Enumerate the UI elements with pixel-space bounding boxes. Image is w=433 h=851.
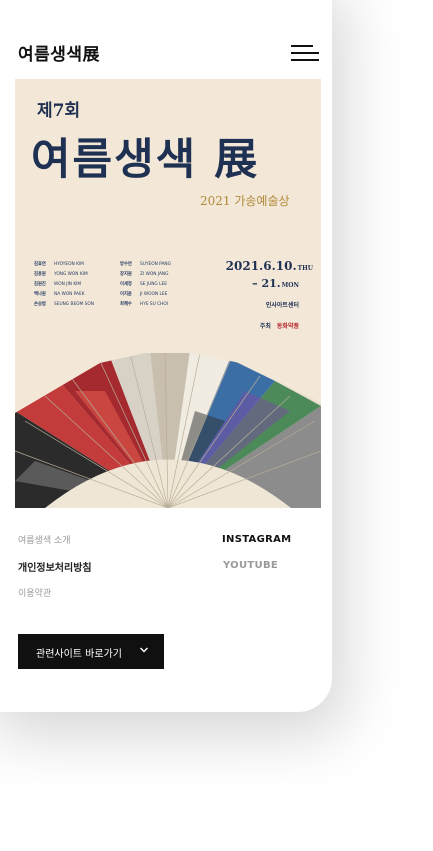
artist-row: 장지원 ZI WON JANG — [120, 272, 169, 277]
date-end: – 21.MON — [252, 277, 299, 290]
artist-row: 김효연 HYOYEON KIM — [34, 262, 84, 267]
chevron-down-icon — [140, 647, 148, 653]
artist-row: 최혜수 HYE SU CHOI — [120, 302, 169, 307]
artist-row: 이세정 SE JUNG LEE — [120, 282, 167, 287]
link-youtube[interactable]: YOUTUBE — [223, 560, 278, 571]
sponsor: 주최 동화약품 — [259, 323, 299, 330]
artist-row: 김원진 WON JIN KIM — [34, 282, 82, 287]
artist-column-left: 김효연 HYOYEON KIM 김용원 YONG WON KIM 김원진 WON JI… — [34, 260, 124, 310]
sponsor-logo: 동화약품 — [276, 323, 299, 330]
site-logo[interactable]: 여름생색展 — [18, 40, 100, 65]
exhibition-dates: 2021.6.10.THU – 21.MON 인사아트센터 주최 동화약품 — [213, 259, 313, 330]
poster-edition: 제7회 — [37, 101, 81, 121]
related-sites-dropdown[interactable]: 관련사이트 바로가기 — [18, 634, 164, 669]
artist-row: 이지윤 JI WOON LEE — [120, 292, 168, 297]
related-sites-label: 관련사이트 바로가기 — [36, 649, 122, 660]
artist-row: 백나원 NA WON PAEK — [34, 292, 85, 297]
poster-subtitle: 2021 가송예술상 — [200, 194, 290, 208]
link-privacy-policy[interactable]: 개인정보처리방침 — [18, 559, 92, 574]
venue: 인사아트센터 — [265, 302, 299, 309]
poster-title: 여름생색 展 — [31, 135, 260, 185]
link-about[interactable]: 여름생색 소개 — [18, 533, 71, 546]
link-instagram[interactable]: INSTAGRAM — [222, 534, 291, 545]
folding-fan-artwork — [15, 353, 321, 508]
artist-row: 손승범 SEUNG BEOM SON — [34, 302, 94, 307]
artist-row: 김용원 YONG WON KIM — [34, 272, 88, 277]
site-header: 여름생색展 — [18, 40, 319, 66]
artist-column-right: 방수연 SUYEON PANG 장지원 ZI WON JANG 이세정 SE JUNG… — [120, 260, 210, 310]
exhibition-poster: 제7회 여름생색 展 2021 가송예술상 김효연 HYOYEON KIM 김용원… — [15, 79, 321, 508]
hamburger-menu-icon[interactable] — [291, 43, 319, 63]
artist-row: 방수연 SUYEON PANG — [120, 262, 171, 267]
link-terms[interactable]: 이용약관 — [18, 586, 51, 599]
date-start: 2021.6.10.THU — [225, 259, 313, 273]
